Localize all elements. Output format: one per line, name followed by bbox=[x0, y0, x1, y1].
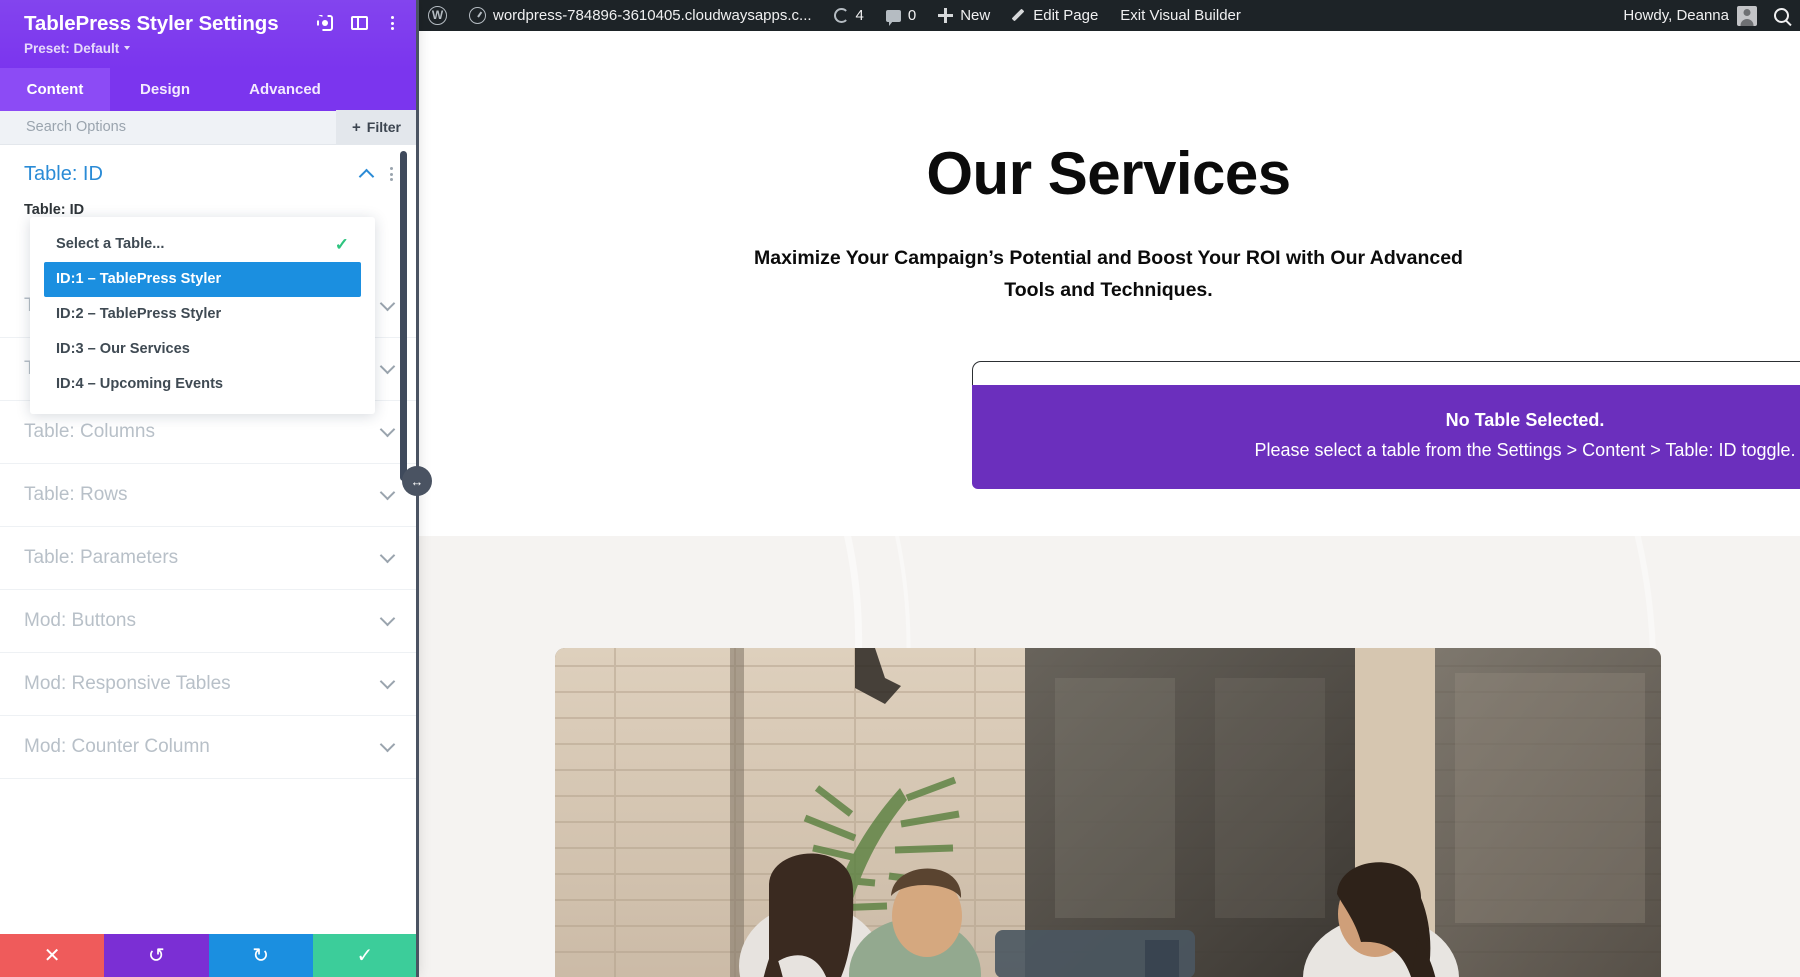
site-name-menu[interactable]: wordpress-784896-3610405.cloudwaysapps.c… bbox=[458, 0, 823, 31]
section-label: Table: Columns bbox=[24, 420, 155, 442]
panel-layout-icon[interactable] bbox=[351, 16, 368, 30]
edit-page-link[interactable]: Edit Page bbox=[1001, 0, 1109, 31]
close-button[interactable]: ✕ bbox=[0, 934, 105, 977]
dashboard-icon bbox=[469, 7, 486, 24]
chevron-up-icon[interactable] bbox=[358, 168, 375, 184]
chevron-down-icon bbox=[379, 610, 396, 627]
panel-title: TablePress Styler Settings bbox=[24, 12, 279, 35]
panel-footer-actions: ✕ ↺ ↻ ✓ bbox=[0, 934, 417, 977]
edit-page-label: Edit Page bbox=[1033, 7, 1099, 24]
new-content-menu[interactable]: New bbox=[927, 0, 1001, 31]
section-options-icon[interactable] bbox=[390, 167, 393, 182]
chevron-down-icon bbox=[379, 736, 396, 753]
notice-title: No Table Selected. bbox=[1445, 410, 1605, 430]
site-name-label: wordpress-784896-3610405.cloudwaysapps.c… bbox=[493, 7, 812, 24]
preset-selector[interactable]: Preset: Default bbox=[24, 41, 399, 56]
section-mod-buttons[interactable]: Mod: Buttons bbox=[0, 590, 417, 653]
option-label: ID:2 – TablePress Styler bbox=[56, 306, 222, 323]
notice-body: No Table Selected. Please select a table… bbox=[972, 385, 1800, 489]
page-subtitle: Maximize Your Campaign’s Potential and B… bbox=[754, 247, 1463, 301]
comment-icon bbox=[885, 9, 901, 26]
settings-panel: TablePress Styler Settings Preset: Defau… bbox=[0, 0, 417, 977]
wp-admin-bar: wordpress-784896-3610405.cloudwaysapps.c… bbox=[417, 0, 1800, 31]
exit-visual-builder-link[interactable]: Exit Visual Builder bbox=[1109, 0, 1252, 31]
panel-body: Table: ID Table: ID Table: Setup Table: … bbox=[0, 144, 417, 934]
focus-mode-icon[interactable] bbox=[317, 15, 333, 31]
dropdown-option-id-3[interactable]: ID:3 – Our Services bbox=[44, 332, 361, 367]
options-search-bar: + Filter bbox=[0, 110, 417, 145]
no-table-notice: No Table Selected. Please select a table… bbox=[972, 361, 1800, 489]
sync-icon bbox=[833, 8, 849, 23]
check-icon: ✓ bbox=[334, 234, 349, 254]
pencil-icon bbox=[1012, 9, 1026, 23]
section-label: Mod: Buttons bbox=[24, 609, 136, 631]
hero-section: Our Services Maximize Your Campaign’s Po… bbox=[417, 31, 1800, 536]
page-title: Our Services bbox=[926, 140, 1291, 207]
dropdown-option-select-a-table[interactable]: Select a Table... ✓ bbox=[44, 227, 361, 262]
section-label: Mod: Counter Column bbox=[24, 735, 210, 757]
chevron-down-icon bbox=[379, 673, 396, 690]
dropdown-option-id-4[interactable]: ID:4 – Upcoming Events bbox=[44, 367, 361, 402]
search-icon bbox=[1774, 8, 1789, 23]
option-label: ID:4 – Upcoming Events bbox=[56, 376, 224, 393]
field-label-table-id: Table: ID bbox=[24, 201, 85, 218]
comments-menu[interactable]: 0 bbox=[875, 0, 927, 31]
resize-knob-icon[interactable]: ↔ bbox=[402, 466, 432, 496]
chevron-down-icon bbox=[379, 295, 396, 312]
lower-section bbox=[417, 536, 1800, 977]
updates-menu[interactable]: 4 bbox=[823, 0, 875, 31]
updates-count: 4 bbox=[855, 7, 864, 24]
panel-scrollbar[interactable] bbox=[400, 150, 407, 481]
section-label: Mod: Responsive Tables bbox=[24, 672, 231, 694]
option-label: ID:3 – Our Services bbox=[56, 341, 190, 358]
section-mod-responsive-tables[interactable]: Mod: Responsive Tables bbox=[0, 653, 417, 716]
chevron-down-icon bbox=[379, 358, 396, 375]
exit-builder-label: Exit Visual Builder bbox=[1120, 7, 1241, 24]
option-label: ID:1 – TablePress Styler bbox=[56, 271, 222, 288]
section-label: Table: Parameters bbox=[24, 546, 179, 568]
tab-design[interactable]: Design bbox=[110, 68, 220, 111]
chevron-down-icon bbox=[124, 46, 131, 51]
save-button[interactable]: ✓ bbox=[312, 934, 417, 977]
panel-header: TablePress Styler Settings Preset: Defau… bbox=[0, 0, 417, 68]
search-input[interactable] bbox=[0, 119, 336, 136]
panel-resize-handle[interactable]: ↔ bbox=[402, 0, 432, 977]
notice-message: Please select a table from the Settings … bbox=[1254, 440, 1796, 460]
tab-advanced[interactable]: Advanced bbox=[220, 68, 350, 111]
section-table-rows[interactable]: Table: Rows bbox=[0, 464, 417, 527]
admin-search-button[interactable] bbox=[1763, 0, 1800, 31]
section-title: Table: ID bbox=[24, 162, 103, 185]
account-menu[interactable]: Howdy, Deanna bbox=[1612, 0, 1763, 31]
chevron-down-icon bbox=[379, 547, 396, 564]
redo-button[interactable]: ↻ bbox=[208, 934, 313, 977]
wordpress-logo-icon bbox=[428, 6, 447, 25]
filter-button[interactable]: + Filter bbox=[336, 110, 417, 145]
option-label: Select a Table... bbox=[56, 236, 165, 253]
plus-icon: + bbox=[352, 118, 361, 136]
page-canvas: Our Services Maximize Your Campaign’s Po… bbox=[417, 31, 1800, 977]
section-table-parameters[interactable]: Table: Parameters bbox=[0, 527, 417, 590]
filter-label: Filter bbox=[366, 119, 401, 136]
services-photo bbox=[555, 648, 1661, 977]
comments-count: 0 bbox=[907, 7, 917, 24]
section-mod-counter-column[interactable]: Mod: Counter Column bbox=[0, 716, 417, 779]
app-root: wordpress-784896-3610405.cloudwaysapps.c… bbox=[0, 0, 1800, 977]
chevron-down-icon bbox=[379, 484, 396, 501]
undo-button[interactable]: ↺ bbox=[104, 934, 209, 977]
panel-tabs: Content Design Advanced bbox=[0, 67, 417, 111]
section-label: Table: Rows bbox=[24, 483, 128, 505]
dropdown-option-id-1[interactable]: ID:1 – TablePress Styler bbox=[44, 261, 361, 297]
howdy-label: Howdy, Deanna bbox=[1623, 7, 1729, 24]
notice-header-strip bbox=[972, 361, 1800, 385]
table-id-dropdown: Select a Table... ✓ ID:1 – TablePress St… bbox=[30, 216, 375, 414]
more-options-icon[interactable] bbox=[386, 15, 399, 31]
tab-content[interactable]: Content bbox=[0, 67, 110, 111]
avatar bbox=[1737, 5, 1757, 26]
section-header-table-id[interactable]: Table: ID bbox=[0, 145, 417, 196]
chevron-down-icon bbox=[379, 421, 396, 438]
new-label: New bbox=[960, 7, 991, 24]
plus-icon bbox=[938, 8, 954, 23]
preset-label: Preset: Default bbox=[24, 40, 120, 56]
dropdown-option-id-2[interactable]: ID:2 – TablePress Styler bbox=[44, 297, 361, 332]
